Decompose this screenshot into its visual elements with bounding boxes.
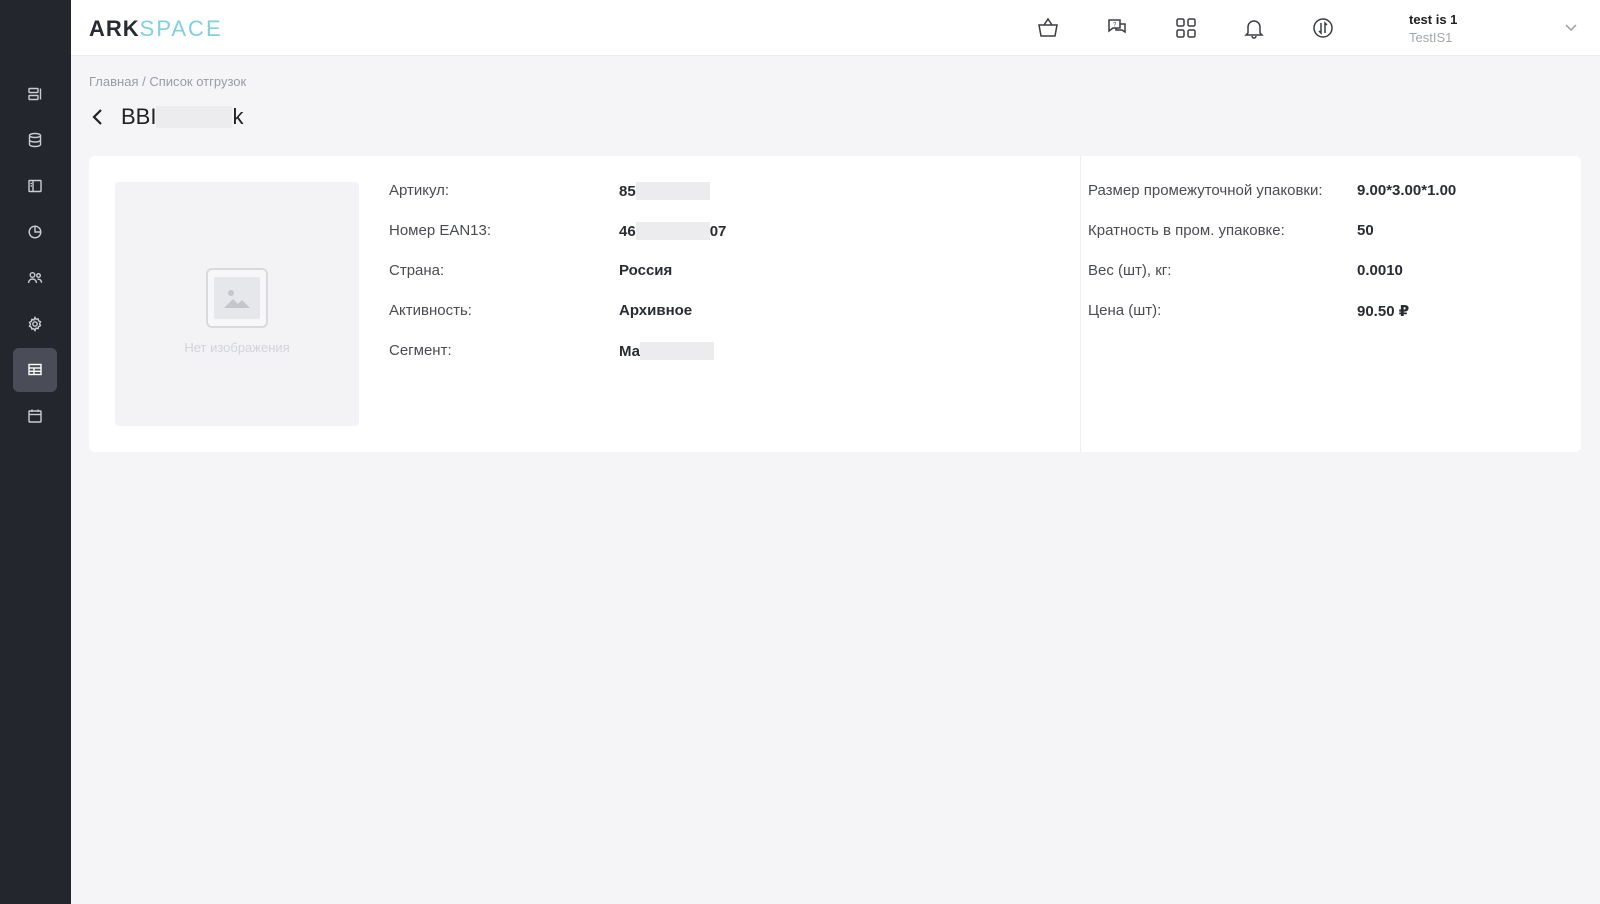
image-icon: [206, 268, 268, 328]
detail-row: Кратность в пром. упаковке: 50: [1088, 222, 1374, 239]
detail-row: Вес (шт), кг: 0.0010: [1088, 262, 1403, 279]
app-window: ARKSPACE ? test is 1 TestIS1 Главная /: [0, 0, 1600, 904]
detail-row: Активность: Архивное: [389, 302, 693, 319]
back-button[interactable]: [91, 106, 113, 128]
details-right: Размер промежуточной упаковки: 9.00*3.00…: [1088, 182, 1558, 342]
user-company: TestIS1: [1409, 30, 1453, 45]
database-icon: [28, 132, 42, 148]
apps-button[interactable]: [1173, 15, 1199, 41]
chart-pie-icon: [28, 225, 42, 239]
detail-row: Номер EAN13: 46 07: [389, 222, 727, 240]
breadcrumb-shipments[interactable]: Список отгрузок: [149, 74, 246, 89]
card-divider: [1080, 156, 1081, 452]
exchange-icon: [1313, 18, 1333, 38]
sidebar-item-settings[interactable]: [13, 302, 57, 346]
table-icon: [28, 363, 42, 376]
exchange-button[interactable]: [1310, 15, 1336, 41]
redacted-block: [156, 106, 233, 128]
redacted-block: [635, 222, 710, 240]
users-icon: [27, 272, 43, 284]
bell-icon: [1244, 20, 1264, 39]
sidebar-item-users[interactable]: [13, 256, 57, 300]
sidebar-item-calendar[interactable]: [13, 394, 57, 438]
support-button[interactable]: ?: [1104, 15, 1130, 41]
chevron-left-icon: [92, 109, 102, 125]
basket-icon: [1038, 17, 1058, 37]
detail-row: Страна: Россия: [389, 262, 673, 279]
sidebar-item-list[interactable]: [13, 72, 57, 116]
sidebar-item-shipments[interactable]: [13, 348, 57, 392]
detail-row: Цена (шт): 90.50 ₽: [1088, 302, 1410, 320]
brand-logo[interactable]: ARK SPACE: [89, 16, 223, 42]
book-icon: [28, 179, 42, 193]
notifications-button[interactable]: [1241, 15, 1267, 41]
basket-button[interactable]: [1035, 15, 1061, 41]
top-header: ARK SPACE ? test is 1 TestIS1: [71, 0, 1600, 56]
breadcrumb-home[interactable]: Главная: [89, 74, 138, 89]
support-chat-icon: ?: [1108, 19, 1126, 34]
sidebar-item-database[interactable]: [13, 118, 57, 162]
user-name: test is 1: [1409, 12, 1458, 27]
list-icon: [28, 87, 42, 101]
main-content: Главная / Список отгрузок BBI k Нет изобр…: [71, 56, 1600, 904]
page-title: BBI k: [121, 104, 244, 129]
sidebar-item-catalog[interactable]: [13, 164, 57, 208]
sidebar-item-analytics[interactable]: [13, 210, 57, 254]
user-menu[interactable]: test is 1 TestIS1: [1409, 12, 1457, 45]
settings-icon: [28, 316, 42, 332]
detail-row: Сегмент: Ма: [389, 342, 989, 382]
details-left: Артикул: 85 Номер EAN13: 46 07 Страна: Ро…: [389, 182, 989, 382]
product-image-placeholder: Нет изображения: [115, 182, 359, 426]
redacted-block: [635, 182, 710, 200]
title-row: BBI k: [91, 102, 243, 132]
sidebar: [0, 0, 71, 904]
apps-grid-icon: [1176, 18, 1196, 38]
chevron-down-icon: [1565, 24, 1577, 32]
redacted-block: [640, 342, 715, 360]
calendar-icon: [28, 409, 42, 423]
product-card: Нет изображения Артикул: 85 Номер EAN13:…: [89, 156, 1581, 452]
detail-row: Размер промежуточной упаковки: 9.00*3.00…: [1088, 182, 1457, 199]
breadcrumb: Главная / Список отгрузок: [89, 74, 247, 89]
no-image-caption: Нет изображения: [184, 340, 290, 355]
detail-row: Артикул: 85: [389, 182, 989, 222]
user-menu-toggle[interactable]: [1564, 20, 1580, 36]
